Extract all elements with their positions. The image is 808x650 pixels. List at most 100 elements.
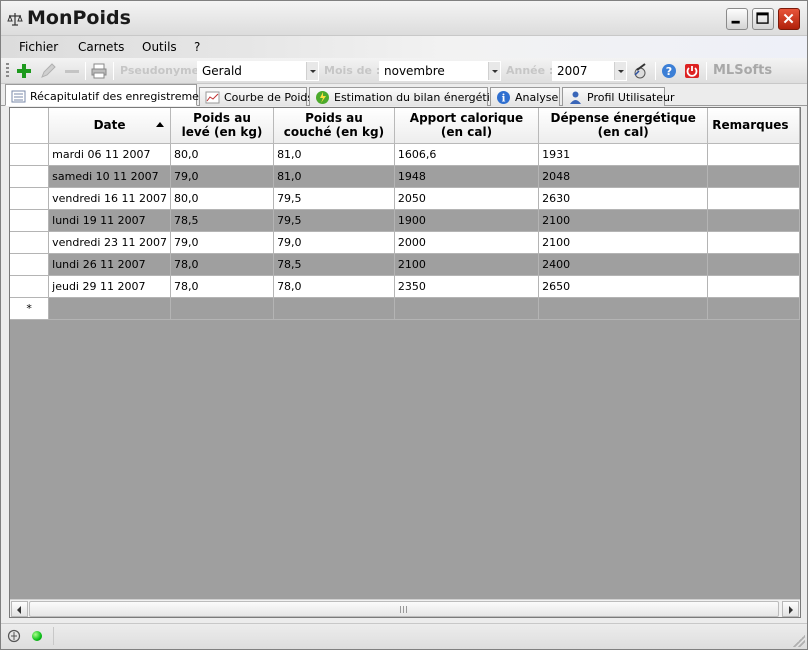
table-row[interactable]: lundi 26 11 2007 78,0 78,5 2100 2400 [10,253,800,276]
cell-depense-energetique[interactable] [538,297,709,320]
maximize-button[interactable] [752,8,774,30]
cell-date[interactable] [48,297,171,320]
row-header-cell[interactable] [10,209,50,232]
corner-header-cell[interactable] [10,108,50,144]
tab-courbe-poids[interactable]: Courbe de Poids [199,87,313,106]
toolbar-grip[interactable] [6,63,9,79]
chevron-down-icon[interactable] [306,62,318,80]
column-header-poids-leve[interactable]: Poids au levé (en kg) [170,108,275,144]
cell-depense-energetique[interactable]: 2100 [538,209,709,232]
cell-date[interactable]: lundi 19 11 2007 [48,209,171,232]
cell-poids-couche[interactable]: 78,5 [273,253,395,276]
exit-icon[interactable] [683,62,701,80]
cell-apport-calorique[interactable]: 2100 [394,253,540,276]
cell-poids-leve[interactable]: 80,0 [170,187,275,210]
cell-poids-leve[interactable]: 78,5 [170,209,275,232]
cell-poids-leve[interactable]: 80,0 [170,143,275,166]
cell-remarques[interactable] [707,143,800,166]
cell-date[interactable]: lundi 26 11 2007 [48,253,171,276]
chevron-down-icon[interactable] [614,62,626,80]
cell-date[interactable]: vendredi 16 11 2007 [48,187,171,210]
column-header-depense-energetique[interactable]: Dépense énergétique (en cal) [538,108,709,144]
row-header-cell[interactable] [10,143,50,166]
tab-recapitulatif[interactable]: Récapitulatif des enregistrements [5,84,216,106]
cell-apport-calorique[interactable]: 2000 [394,231,540,254]
mois-combo[interactable]: novembre [379,61,501,81]
cell-remarques[interactable] [707,187,800,210]
resize-grip-icon[interactable] [793,635,805,647]
cell-poids-couche[interactable]: 81,0 [273,165,395,188]
cell-remarques[interactable] [707,275,800,298]
row-header-cell[interactable] [10,253,50,276]
cell-depense-energetique[interactable]: 2100 [538,231,709,254]
table-row[interactable]: mardi 06 11 2007 80,0 81,0 1606,6 1931 [10,143,800,166]
new-record-row[interactable]: * [10,297,800,320]
row-header-cell[interactable] [10,165,50,188]
cell-date[interactable]: jeudi 29 11 2007 [48,275,171,298]
close-button[interactable] [778,8,800,30]
table-row[interactable]: vendredi 23 11 2007 79,0 79,0 2000 2100 [10,231,800,254]
column-header-apport-calorique[interactable]: Apport calorique (en cal) [394,108,540,144]
column-header-date[interactable]: Date [48,108,171,144]
records-grid[interactable]: Date Poids au levé (en kg) Poids au couc… [9,107,801,618]
new-row-marker[interactable]: * [10,297,50,320]
chevron-down-icon[interactable] [488,62,500,80]
cell-date[interactable]: samedi 10 11 2007 [48,165,171,188]
cell-poids-couche[interactable]: 79,0 [273,231,395,254]
menu-help[interactable]: ? [194,40,200,54]
cell-poids-leve[interactable]: 79,0 [170,231,275,254]
table-row[interactable]: lundi 19 11 2007 78,5 79,5 1900 2100 [10,209,800,232]
cell-apport-calorique[interactable]: 1948 [394,165,540,188]
row-header-cell[interactable] [10,275,50,298]
title-bar[interactable]: MonPoids [1,1,807,36]
print-icon[interactable] [90,62,108,80]
scrollbar-thumb[interactable] [29,601,779,617]
cell-apport-calorique[interactable]: 1900 [394,209,540,232]
tab-estimation-bilan[interactable]: Estimation du bilan énergétique [309,87,511,106]
cell-apport-calorique[interactable] [394,297,540,320]
table-row[interactable]: samedi 10 11 2007 79,0 81,0 1948 2048 [10,165,800,188]
cell-poids-leve[interactable] [170,297,275,320]
edit-icon[interactable] [39,62,57,80]
cell-apport-calorique[interactable]: 2050 [394,187,540,210]
tab-analyse[interactable]: i Analyse [490,87,560,106]
cell-depense-energetique[interactable]: 1931 [538,143,709,166]
cell-remarques[interactable] [707,165,800,188]
cell-remarques[interactable] [707,209,800,232]
cell-apport-calorique[interactable]: 2350 [394,275,540,298]
table-row[interactable]: vendredi 16 11 2007 80,0 79,5 2050 2630 [10,187,800,210]
cell-poids-couche[interactable]: 78,0 [273,275,395,298]
menu-carnets[interactable]: Carnets [78,40,124,54]
cell-remarques[interactable] [707,297,800,320]
cell-poids-leve[interactable]: 79,0 [170,165,275,188]
help-icon[interactable]: ? [660,62,678,80]
cell-date[interactable]: vendredi 23 11 2007 [48,231,171,254]
cell-poids-leve[interactable]: 78,0 [170,253,275,276]
cell-depense-energetique[interactable]: 2650 [538,275,709,298]
cell-poids-couche[interactable]: 79,5 [273,209,395,232]
row-header-cell[interactable] [10,231,50,254]
cell-depense-energetique[interactable]: 2048 [538,165,709,188]
minimize-button[interactable] [726,8,748,30]
annee-combo[interactable]: 2007 [552,61,627,81]
delete-icon[interactable] [63,62,81,80]
cell-date[interactable]: mardi 06 11 2007 [48,143,171,166]
row-header-cell[interactable] [10,187,50,210]
tools-icon[interactable] [631,62,649,80]
cell-remarques[interactable] [707,231,800,254]
menu-outils[interactable]: Outils [142,40,177,54]
scroll-right-button[interactable] [782,601,799,617]
cell-apport-calorique[interactable]: 1606,6 [394,143,540,166]
cell-depense-energetique[interactable]: 2630 [538,187,709,210]
cell-poids-couche[interactable]: 81,0 [273,143,395,166]
table-row[interactable]: jeudi 29 11 2007 78,0 78,0 2350 2650 [10,275,800,298]
cell-poids-couche[interactable]: 79,5 [273,187,395,210]
pseudonyme-combo[interactable]: Gerald [197,61,319,81]
column-header-poids-couche[interactable]: Poids au couché (en kg) [273,108,395,144]
tab-profil-utilisateur[interactable]: Profil Utilisateur [562,87,675,106]
column-header-remarques[interactable]: Remarques [707,108,800,144]
cell-poids-couche[interactable] [273,297,395,320]
horizontal-scrollbar[interactable] [10,599,800,617]
menu-fichier[interactable]: Fichier [19,40,58,54]
cell-depense-energetique[interactable]: 2400 [538,253,709,276]
